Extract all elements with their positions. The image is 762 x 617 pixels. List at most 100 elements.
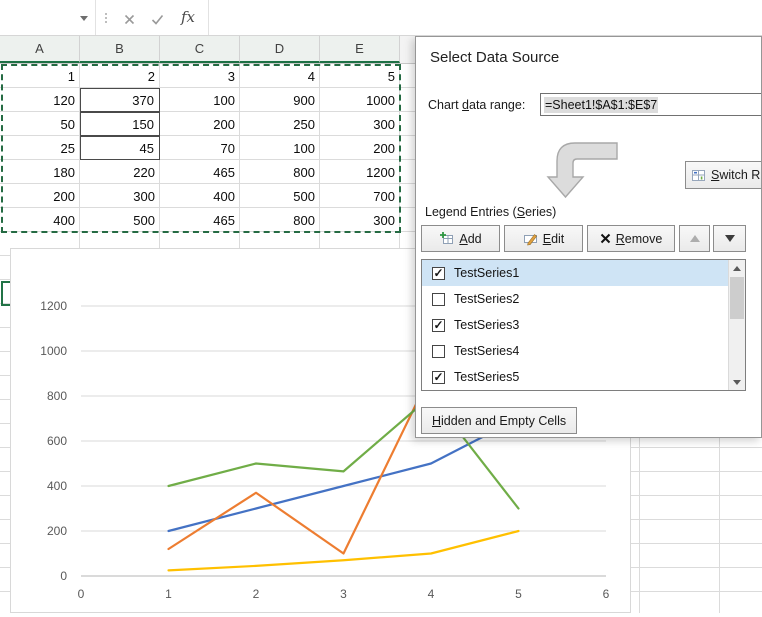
enter-check-icon[interactable] <box>148 11 166 27</box>
scrollbar-thumb[interactable] <box>730 277 744 319</box>
cancel-icon[interactable] <box>120 11 138 27</box>
svg-text:3: 3 <box>340 587 347 601</box>
hidden-and-empty-cells-button[interactable]: Hidden and Empty Cells <box>421 407 577 434</box>
svg-text:5: 5 <box>515 587 522 601</box>
cell-C3[interactable]: 200 <box>160 112 240 136</box>
column-header-D[interactable]: D <box>240 36 320 63</box>
cell-B4[interactable]: 45 <box>80 136 160 160</box>
up-arrow-icon <box>690 235 700 242</box>
move-up-button[interactable] <box>679 225 710 252</box>
cell-C5[interactable]: 465 <box>160 160 240 184</box>
cell-C2[interactable]: 100 <box>160 88 240 112</box>
column-header-E[interactable]: E <box>320 36 400 63</box>
cell-A3[interactable]: 50 <box>0 112 80 136</box>
cell-D3[interactable]: 250 <box>240 112 320 136</box>
column-header-B[interactable]: B <box>80 36 160 63</box>
series-label: TestSeries4 <box>454 344 519 358</box>
cell-E6[interactable]: 700 <box>320 184 400 208</box>
select-data-source-dialog: Select Data Source Chart data range: =Sh… <box>415 36 762 438</box>
dialog-title: Select Data Source <box>430 49 559 66</box>
chart-data-range-input[interactable]: =Sheet1!$A$1:$E$7 <box>540 93 762 116</box>
svg-text:0: 0 <box>78 587 85 601</box>
cell-C1[interactable]: 3 <box>160 64 240 88</box>
svg-text:600: 600 <box>47 434 67 448</box>
switch-row-column-icon <box>691 168 706 183</box>
cell-E3[interactable]: 300 <box>320 112 400 136</box>
svg-text:6: 6 <box>603 587 610 601</box>
series-item-TestSeries1[interactable]: ✓ TestSeries1 <box>422 260 728 286</box>
cell-A7[interactable]: 400 <box>0 208 80 232</box>
scrollbar[interactable] <box>728 260 745 390</box>
series-label: TestSeries3 <box>454 318 519 332</box>
down-arrow-icon <box>725 235 735 242</box>
data-cells: 1234512037010090010005015020025030025457… <box>0 64 400 232</box>
cell-A5[interactable]: 180 <box>0 160 80 184</box>
edit-button-label: Edit <box>543 232 565 246</box>
cell-B3[interactable]: 150 <box>80 112 160 136</box>
cell-E2[interactable]: 1000 <box>320 88 400 112</box>
series-list: ✓ TestSeries1 TestSeries2 ✓ TestSeries3 TestS… <box>421 259 746 391</box>
remove-button[interactable]: Remove <box>587 225 675 252</box>
series-item-TestSeries3[interactable]: ✓ TestSeries3 <box>422 312 728 338</box>
cell-B2[interactable]: 370 <box>80 88 160 112</box>
series-label: TestSeries2 <box>454 292 519 306</box>
scrollbar-down-button[interactable] <box>729 374 745 390</box>
insert-function-icon[interactable]: fx <box>181 8 195 26</box>
chart-data-range-label: Chart data range: <box>428 98 525 112</box>
series-label: TestSeries5 <box>454 370 519 384</box>
series-item-TestSeries4[interactable]: TestSeries4 <box>422 338 728 364</box>
edit-button[interactable]: Edit <box>504 225 583 252</box>
svg-text:1200: 1200 <box>40 299 67 313</box>
formula-input[interactable] <box>208 0 762 35</box>
series-checkbox[interactable] <box>432 293 445 306</box>
cell-A4[interactable]: 25 <box>0 136 80 160</box>
scrollbar-up-button[interactable] <box>729 260 745 276</box>
cell-D7[interactable]: 800 <box>240 208 320 232</box>
svg-text:1: 1 <box>165 587 172 601</box>
svg-text:200: 200 <box>47 524 67 538</box>
column-header-A[interactable]: A <box>0 36 80 63</box>
scrollbar-down-icon <box>733 380 741 385</box>
cell-E4[interactable]: 200 <box>320 136 400 160</box>
cell-C4[interactable]: 70 <box>160 136 240 160</box>
series-checkbox[interactable] <box>432 345 445 358</box>
cell-D5[interactable]: 800 <box>240 160 320 184</box>
cell-D2[interactable]: 900 <box>240 88 320 112</box>
cell-A6[interactable]: 200 <box>0 184 80 208</box>
cell-D1[interactable]: 4 <box>240 64 320 88</box>
bent-arrow-shape <box>544 137 619 201</box>
add-icon <box>439 231 454 246</box>
cell-B1[interactable]: 2 <box>80 64 160 88</box>
cell-D4[interactable]: 100 <box>240 136 320 160</box>
switch-row-column-button[interactable]: Switch R <box>685 161 762 189</box>
add-button[interactable]: Add <box>421 225 500 252</box>
cell-B7[interactable]: 500 <box>80 208 160 232</box>
cell-E7[interactable]: 300 <box>320 208 400 232</box>
edit-icon <box>523 231 538 246</box>
switch-button-label: Switch R <box>711 168 760 182</box>
series-item-TestSeries5[interactable]: ✓ TestSeries5 <box>422 364 728 390</box>
cell-A2[interactable]: 120 <box>0 88 80 112</box>
cell-C6[interactable]: 400 <box>160 184 240 208</box>
cell-E1[interactable]: 5 <box>320 64 400 88</box>
svg-text:0: 0 <box>60 569 67 583</box>
move-down-button[interactable] <box>713 225 746 252</box>
cell-C7[interactable]: 465 <box>160 208 240 232</box>
cell-A1[interactable]: 1 <box>0 64 80 88</box>
cell-E5[interactable]: 1200 <box>320 160 400 184</box>
scrollbar-up-icon <box>733 266 741 271</box>
cell-B6[interactable]: 300 <box>80 184 160 208</box>
series-item-TestSeries2[interactable]: TestSeries2 <box>422 286 728 312</box>
cell-D6[interactable]: 500 <box>240 184 320 208</box>
remove-icon <box>600 233 611 244</box>
remove-button-label: Remove <box>616 232 663 246</box>
formula-bar: fx <box>0 0 762 36</box>
column-header-C[interactable]: C <box>160 36 240 63</box>
name-box-dropdown-icon[interactable] <box>80 16 88 21</box>
series-label: TestSeries1 <box>454 266 519 280</box>
series-checkbox[interactable]: ✓ <box>432 371 445 384</box>
cell-B5[interactable]: 220 <box>80 160 160 184</box>
series-checkbox[interactable]: ✓ <box>432 319 445 332</box>
series-checkbox[interactable]: ✓ <box>432 267 445 280</box>
svg-text:4: 4 <box>428 587 435 601</box>
